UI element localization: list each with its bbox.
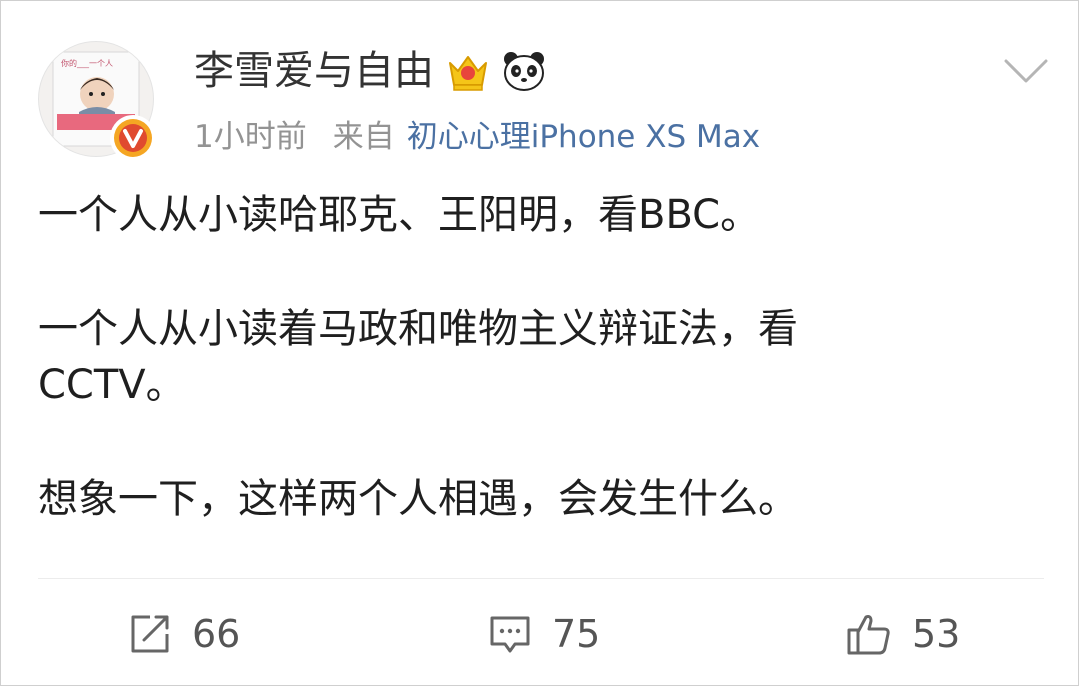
panda-icon [504, 52, 544, 91]
repost-button[interactable]: 66 [128, 605, 240, 663]
weibo-post-card: 你的___一个人 李雪爱与自由 1小时前 来自 初心心理iPhone XS Ma… [0, 0, 1079, 686]
crown-badge-icon [449, 56, 487, 91]
post-paragraph: 一个人从小读哈耶克、王阳明，看BBC。 [38, 192, 761, 238]
author-name[interactable]: 李雪爱与自由 [194, 43, 434, 99]
comment-button[interactable]: 75 [488, 605, 600, 663]
post-paragraph: 想象一下，这样两个人相遇，会发生什么。 [38, 476, 798, 522]
divider [38, 578, 1044, 579]
post-meta: 1小时前 来自 初心心理iPhone XS Max [194, 115, 760, 159]
comment-count: 75 [552, 612, 601, 656]
repost-count: 66 [192, 612, 241, 656]
like-button[interactable]: 53 [846, 605, 960, 663]
post-time: 1小时前 [194, 119, 307, 155]
thumbs-up-icon [847, 615, 890, 655]
verified-badge-icon [110, 115, 156, 161]
post-source-link[interactable]: 初心心理iPhone XS Max [407, 119, 760, 155]
post-content: 一个人从小读哈耶克、王阳明，看BBC。 一个人从小读着马政和唯物主义辩证法，看C… [38, 187, 938, 527]
repost-icon [131, 615, 169, 653]
chevron-down-icon[interactable] [1003, 56, 1049, 86]
author-name-row: 李雪爱与自由 [194, 43, 546, 99]
comment-icon [490, 616, 530, 653]
from-label: 来自 [332, 119, 395, 155]
post-paragraph: 一个人从小读着马政和唯物主义辩证法，看CCTV。 [38, 306, 798, 408]
avatar-book-title: 你的___一个人 [61, 59, 113, 68]
like-count: 53 [912, 612, 961, 656]
